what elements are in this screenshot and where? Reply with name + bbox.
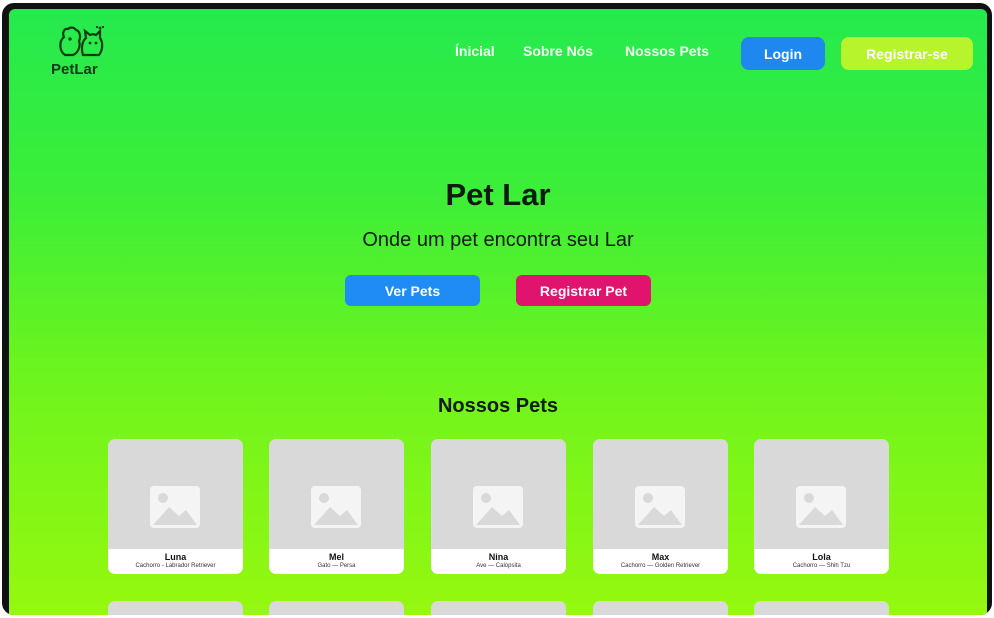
pet-caption: Max Cachorro — Golden Retriever [593,549,728,574]
pet-card[interactable] [431,601,566,615]
logo[interactable]: PetLar [51,25,111,81]
pet-caption: Nina Ave — Calopsita [431,549,566,574]
pet-name: Lola [812,552,831,562]
pet-name: Max [651,552,670,562]
pet-description: Cachorro — Golden Retriever [620,563,701,569]
image-placeholder-icon [473,486,523,528]
view-pets-button[interactable]: Ver Pets [345,275,480,306]
pet-card[interactable]: Luna Cachorro - Labrador Retriever [108,439,243,574]
device-frame: PetLar Ínicial Sobre Nós Nossos Pets Log… [2,3,992,615]
image-placeholder-icon [796,486,846,528]
pet-description: Cachorro - Labrador Retriever [135,563,216,569]
pet-card[interactable] [269,601,404,615]
image-placeholder-icon [150,486,200,528]
pet-card[interactable]: Lola Cachorro — Shih Tzu [754,439,889,574]
image-placeholder-icon [635,486,685,528]
pet-logo-icon [59,25,105,57]
register-button[interactable]: Registrar-se [841,37,973,70]
pet-description: Ave — Calopsita [476,563,521,569]
image-placeholder-icon [311,486,361,528]
nav-link-nossos-pets[interactable]: Nossos Pets [625,43,709,59]
pet-card[interactable] [108,601,243,615]
nav-link-sobre-nos[interactable]: Sobre Nós [523,43,593,59]
pet-name: Mel [328,552,344,562]
pet-name: Luna [164,552,187,562]
nav-link-inicial[interactable]: Ínicial [455,43,495,59]
pet-card[interactable]: Nina Ave — Calopsita [431,439,566,574]
pet-card[interactable]: Mel Gato — Persa [269,439,404,574]
pet-caption: Mel Gato — Persa [269,549,404,574]
pets-section-title: Nossos Pets [437,395,559,417]
pet-description: Cachorro — Shih Tzu [792,563,851,569]
hero-subtitle: Onde um pet encontra seu Lar [362,229,634,251]
pet-card[interactable] [754,601,889,615]
register-pet-button[interactable]: Registrar Pet [516,275,651,306]
pet-card[interactable]: Max Cachorro — Golden Retriever [593,439,728,574]
page-screen: PetLar Ínicial Sobre Nós Nossos Pets Log… [9,9,987,615]
pet-card[interactable] [593,601,728,615]
pet-name: Nina [488,552,509,562]
pet-caption: Lola Cachorro — Shih Tzu [754,549,889,574]
login-button[interactable]: Login [741,37,825,70]
hero-title: Pet Lar [445,177,551,212]
logo-text: PetLar [51,61,98,78]
pet-caption: Luna Cachorro - Labrador Retriever [108,549,243,574]
pet-description: Gato — Persa [317,563,356,569]
